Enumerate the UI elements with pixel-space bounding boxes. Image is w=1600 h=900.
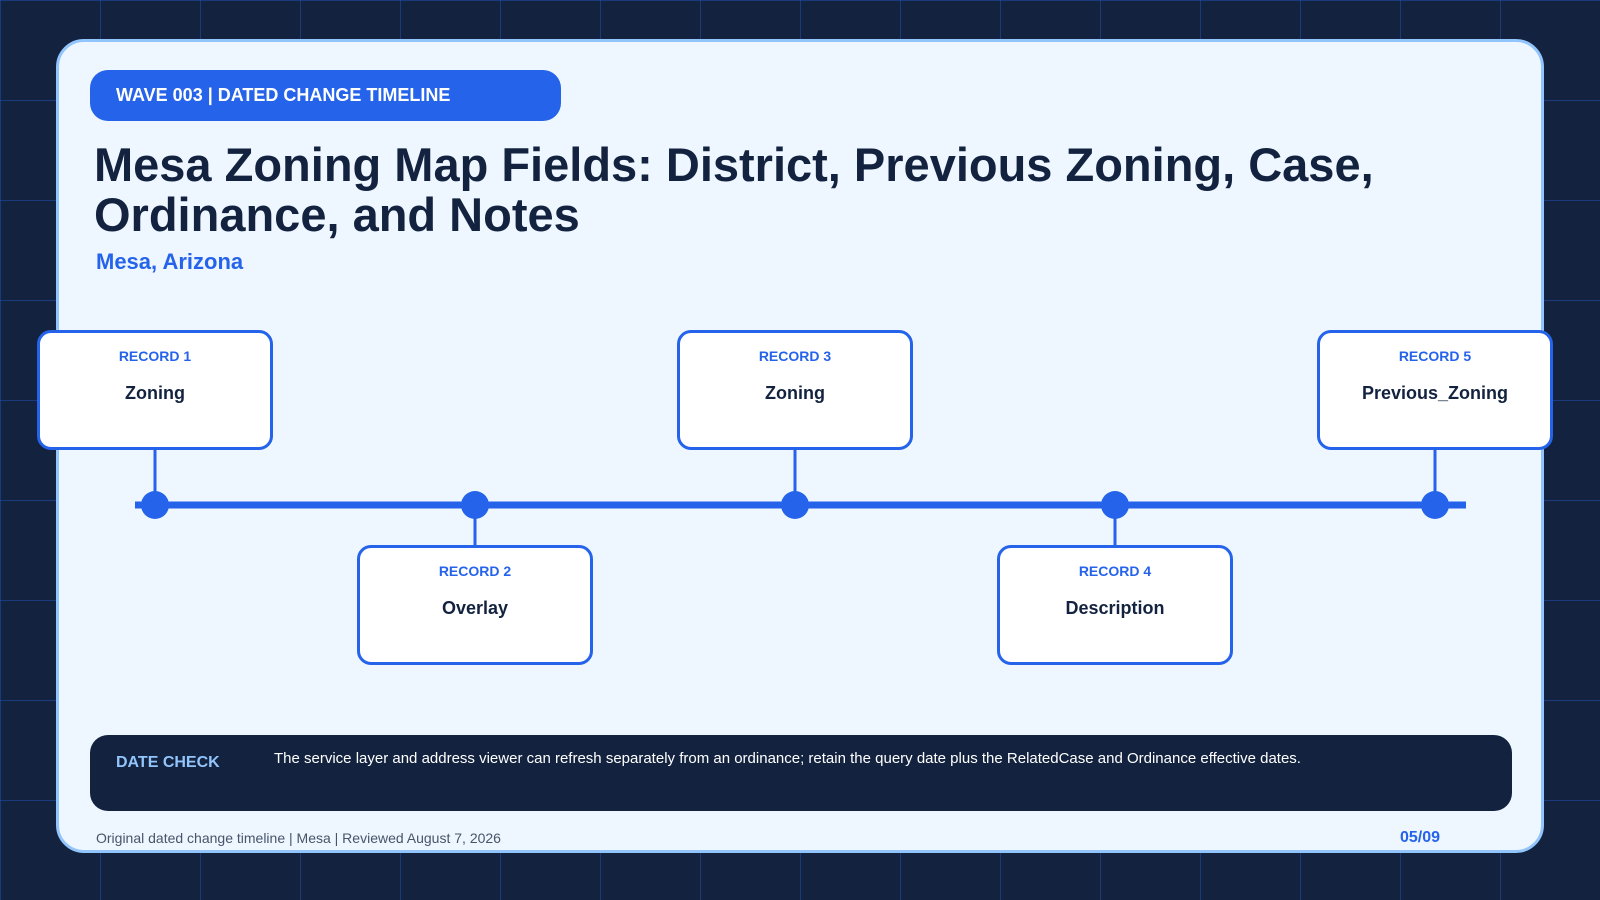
record-value: Zoning [765,383,825,403]
record-label: RECORD 3 [758,348,832,364]
record-card-1: RECORD 1 Zoning [37,330,273,450]
record-value: Zoning [125,383,185,403]
date-check-panel: DATE CHECK The service layer and address… [90,735,1512,811]
record-value: Overlay [441,598,509,618]
footer-text: Original dated change timeline | Mesa | … [96,830,501,846]
timeline-node-5 [1421,491,1449,519]
timeline-node-4 [1101,491,1129,519]
record-label: RECORD 4 [1078,563,1152,579]
record-card-5: RECORD 5 Previous_Zoning [1317,330,1553,450]
record-label: RECORD 5 [1398,348,1472,364]
timeline-node-1 [141,491,169,519]
record-card-2: RECORD 2 Overlay [357,545,593,665]
timeline-node-3 [781,491,809,519]
timeline-node-2 [461,491,489,519]
record-label: RECORD 2 [438,563,512,579]
date-check-text: The service layer and address viewer can… [274,750,1301,767]
date-check-label: DATE CHECK [116,754,220,771]
record-card-4: RECORD 4 Description [997,545,1233,665]
record-value: Description [1065,598,1165,618]
page-number: 05/09 [1399,829,1440,846]
record-label: RECORD 1 [118,348,192,364]
record-value: Previous_Zoning [1361,383,1509,403]
record-card-3: RECORD 3 Zoning [677,330,913,450]
